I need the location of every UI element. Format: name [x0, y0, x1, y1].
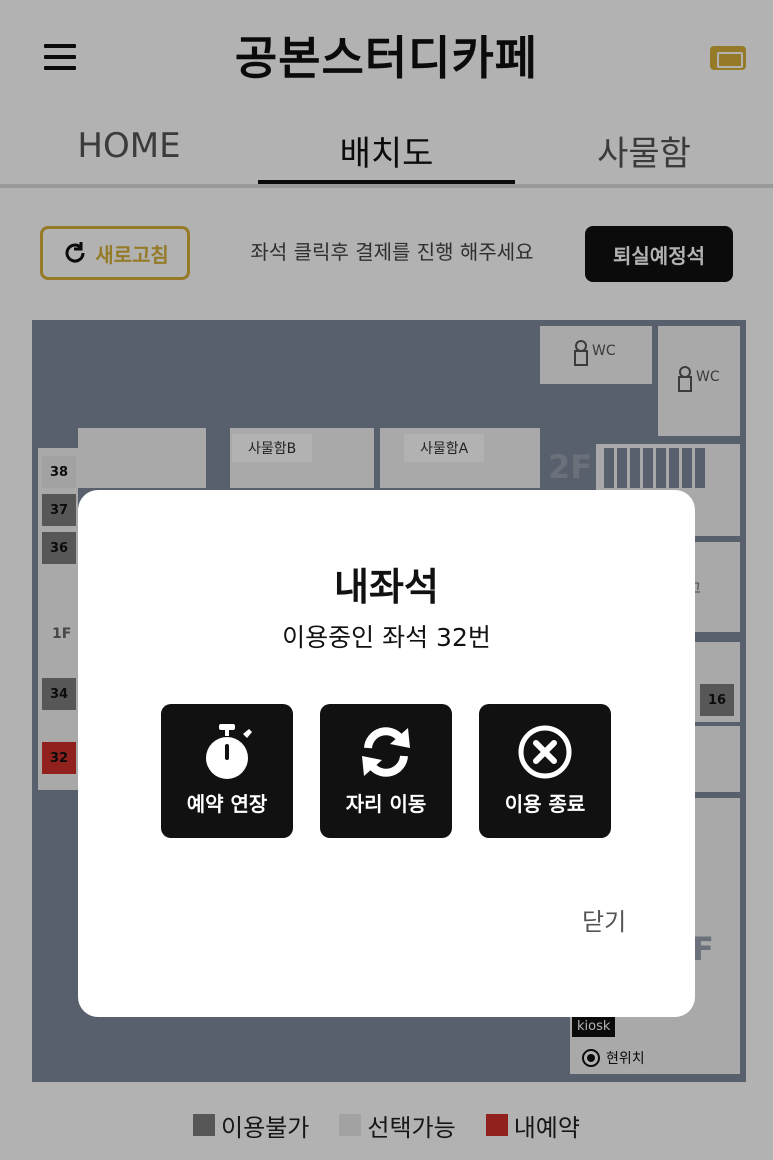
end-usage-button[interactable]: 이용 종료 — [479, 704, 611, 838]
close-circle-icon — [518, 725, 572, 779]
move-seat-button[interactable]: 자리 이동 — [320, 704, 452, 838]
end-usage-label: 이용 종료 — [504, 792, 586, 816]
refresh-arrows-icon — [362, 727, 410, 777]
close-modal-button[interactable]: 닫기 — [582, 902, 626, 937]
my-seat-modal: 내좌석 이용중인 좌석 32번 예약 연장 자리 이동 이용 종료 닫기 — [78, 490, 695, 1017]
move-seat-label: 자리 이동 — [345, 792, 427, 816]
modal-title: 내좌석 — [334, 565, 439, 609]
extend-reservation-button[interactable]: 예약 연장 — [161, 704, 293, 838]
modal-subtitle: 이용중인 좌석 32번 — [282, 623, 491, 652]
extend-reservation-label: 예약 연장 — [186, 792, 268, 816]
stopwatch-icon — [206, 724, 252, 779]
